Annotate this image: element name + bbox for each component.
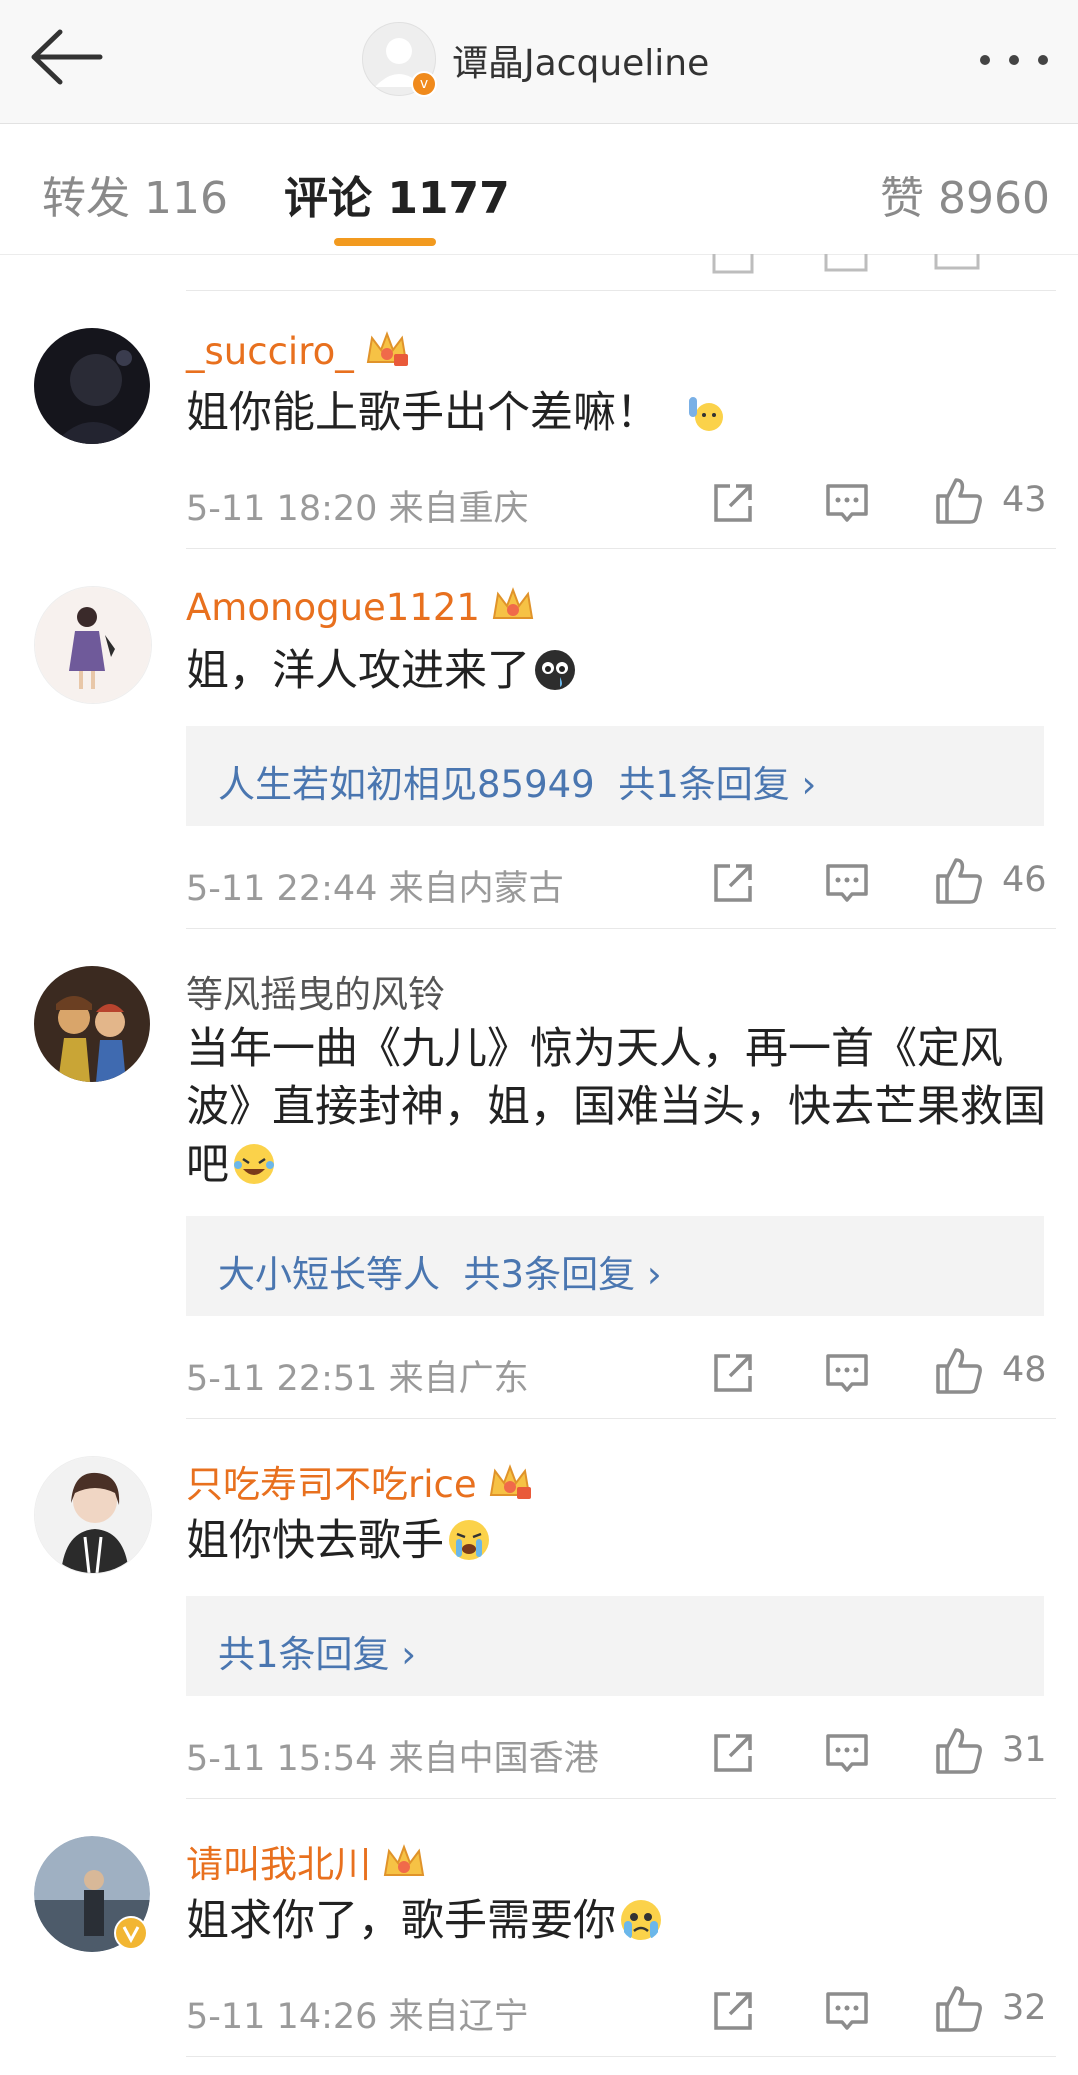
reply-preview[interactable]: 大小短长等人 共3条回复 › [186,1216,1044,1316]
thumbs-up-icon[interactable] [934,854,984,904]
top-bar: v 谭晶Jacqueline [0,0,1078,124]
crying-face-emoji [535,650,575,690]
comment-meta: 5-11 14:26 来自辽宁 [186,1997,529,2037]
comment-meta: 5-11 22:51 来自广东 [186,1359,529,1399]
laughing-tears-emoji [234,1144,274,1184]
like-count: 43 [1002,480,1047,520]
comment-meta: 5-11 22:44 来自内蒙古 [186,869,564,909]
comment-text: 姐求你了，歌手需要你 [186,1892,1046,1950]
avatar[interactable] [34,586,152,704]
thumbs-up-icon[interactable] [934,1724,984,1774]
active-tab-indicator [334,238,436,246]
divider [186,1418,1056,1419]
page-title[interactable]: 谭晶Jacqueline [452,34,709,86]
like-count: 32 [1002,1988,1047,2028]
divider [186,290,1056,291]
divider [186,548,1056,549]
avatar[interactable] [34,328,150,444]
share-icon[interactable] [708,1986,758,2036]
divider [186,928,1056,929]
comment-meta: 5-11 18:20 来自重庆 [186,489,529,529]
thumbs-up-icon[interactable] [934,474,984,524]
reply-preview-text[interactable]: 人生若如初相见85949 共1条回复 › [218,754,816,808]
username[interactable]: 等风摇曳的风铃 [186,964,445,1018]
reply-preview[interactable]: 人生若如初相见85949 共1条回复 › [186,726,1044,826]
header-avatar[interactable]: v [362,22,437,97]
tab-likes[interactable]: 赞 8960 [880,162,1050,226]
like-count: 46 [1002,860,1047,900]
divider [186,2056,1056,2057]
comment-icon[interactable] [822,858,872,908]
verified-badge-icon: v [411,71,437,97]
tab-comments[interactable]: 评论 1177 [284,162,510,226]
comment-text: 姐你快去歌手 [186,1512,1046,1570]
comment-icon[interactable] [822,1986,872,2036]
username[interactable]: 请叫我北川 [186,1834,427,1888]
comment-icon[interactable] [822,1348,872,1398]
share-icon[interactable] [708,858,758,908]
username[interactable]: _succiro_ [186,328,410,373]
reply-preview-text[interactable]: 共1条回复 › [218,1624,416,1678]
comment-text: 当年一曲《九儿》惊为天人，再一首《定风波》直接封神，姐，国难当头，快去芒果救国吧 [186,1024,1046,1190]
vip-crown-icon [492,587,534,619]
vip-crown-icon [383,1844,425,1876]
reply-preview-text[interactable]: 大小短长等人 共3条回复 › [218,1244,662,1298]
pleading-crying-emoji [621,1900,661,1940]
share-icon[interactable] [708,1728,758,1778]
thumbs-up-icon[interactable] [934,1982,984,2032]
username[interactable]: Amonogue1121 [186,584,536,629]
like-count: 31 [1002,1730,1047,1770]
loudly-crying-emoji [449,1520,489,1560]
comment-meta: 5-11 15:54 来自中国香港 [186,1739,599,1779]
back-arrow-icon[interactable] [26,26,106,96]
raising-hand-emoji [689,397,723,431]
reply-preview[interactable]: 共1条回复 › [186,1596,1044,1696]
avatar[interactable] [34,1836,150,1952]
previous-row-remnant [0,254,1078,290]
comment-text: 姐，洋人攻进来了 [186,642,1046,700]
username[interactable]: 只吃寿司不吃rice [186,1454,533,1508]
tab-bar: 转发 116 评论 1177 赞 8960 [0,124,1078,255]
thumbs-up-icon[interactable] [934,1344,984,1394]
tab-reposts[interactable]: 转发 116 [42,162,228,226]
verified-v-badge-icon [114,1916,148,1950]
divider [186,1798,1056,1799]
comment-icon[interactable] [822,478,872,528]
avatar[interactable] [34,1456,152,1574]
more-dots-icon[interactable] [976,40,1056,80]
comment-icon[interactable] [822,1728,872,1778]
comment-text: 姐你能上歌手出个差嘛！ [186,384,1046,442]
vip-crown-icon [366,331,408,366]
avatar[interactable] [34,966,150,1082]
like-count: 48 [1002,1350,1047,1390]
vip-crown-icon [489,1464,531,1499]
share-icon[interactable] [708,1348,758,1398]
share-icon[interactable] [708,478,758,528]
